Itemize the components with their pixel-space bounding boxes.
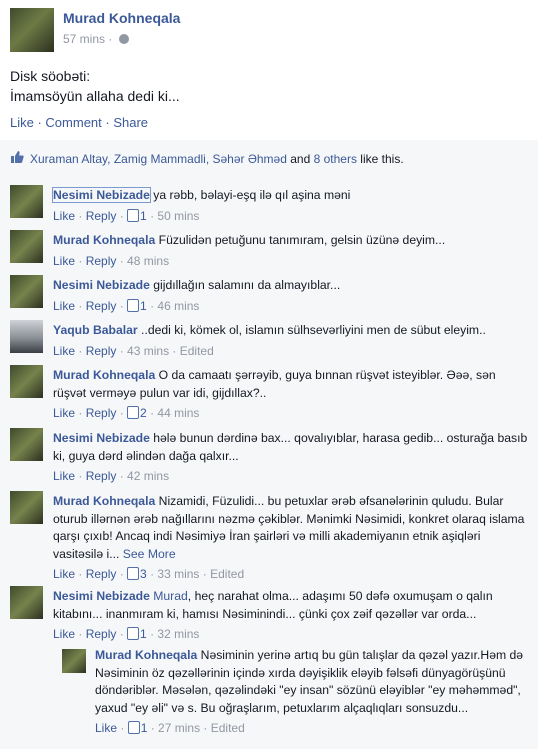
comment-reply-link[interactable]: Reply [86, 209, 117, 223]
commenter-avatar[interactable] [10, 428, 43, 461]
commenter-name[interactable]: Murad Kohneqala [53, 494, 155, 508]
comment-text: gijdıllağın salamını da almayıblar... [149, 278, 341, 292]
comment-like-count[interactable]: 1 [140, 627, 147, 641]
comment-reply-link[interactable]: Reply [86, 567, 117, 581]
post-author-name[interactable]: Murad Kohneqala [63, 10, 180, 26]
commenter-name[interactable]: Nesimi Nebizade [53, 278, 150, 292]
others-link[interactable]: 8 others [314, 152, 357, 166]
edited-label[interactable]: Edited [180, 344, 214, 358]
comment-like-link[interactable]: Like [53, 469, 75, 483]
comment-like-link[interactable]: Like [53, 299, 75, 313]
comment-text: Füzulidən petuğunu tanımıram, gelsin üzü… [155, 233, 446, 247]
commenter-avatar[interactable] [10, 320, 43, 353]
thumbs-up-icon [127, 627, 140, 640]
comment-timestamp[interactable]: 27 mins [158, 721, 200, 735]
comment-list: Nesimi Nebizade ya rəbb, bəlayi-eşq ilə … [0, 177, 538, 749]
thumbs-up-icon [11, 151, 24, 163]
post-text: Disk söobəti: İmamsöyün allaha dedi ki..… [10, 66, 520, 106]
post-text-line-2: İmamsöyün allaha dedi ki... [10, 88, 180, 104]
comment-like-link[interactable]: Like [53, 406, 75, 420]
post-header: Murad Kohneqala 57 mins · [10, 8, 530, 52]
see-more-link[interactable]: See More [123, 547, 176, 561]
commenter-avatar[interactable] [10, 275, 43, 308]
thumbs-up-icon [127, 567, 140, 580]
comment-like-link[interactable]: Like [53, 254, 75, 268]
comment-timestamp[interactable]: 50 mins [157, 209, 199, 223]
comment-reply-link[interactable]: Reply [86, 627, 117, 641]
commenter-avatar[interactable] [62, 649, 86, 673]
post-meta: 57 mins · [63, 32, 129, 46]
comment-timestamp[interactable]: 42 mins [127, 469, 169, 483]
thumbs-up-icon [127, 406, 140, 419]
comment-reply-link[interactable]: Reply [86, 406, 117, 420]
commenter-name[interactable]: Yaqub Babalar [53, 323, 138, 337]
comment-text: ya rəbb, bəlayi-eşq ilə qıl aşina məni [149, 188, 351, 202]
share-link[interactable]: Share [113, 115, 148, 130]
commenter-name[interactable]: Murad Kohneqala [53, 368, 155, 382]
commenter-avatar[interactable] [10, 230, 43, 263]
thumbs-up-icon [127, 208, 140, 222]
comment-timestamp[interactable]: 44 mins [157, 406, 199, 420]
comment-like-count[interactable]: 1 [140, 209, 147, 223]
comment-reply-link[interactable]: Reply [86, 469, 117, 483]
comment-timestamp[interactable]: 46 mins [157, 299, 199, 313]
comment-like-count[interactable]: 2 [140, 406, 147, 420]
mention-link[interactable]: Murad [153, 589, 188, 603]
comment-timestamp[interactable]: 48 mins [127, 254, 169, 268]
comment-text: ..dedi ki, kömek ol, islamın sülhsevərli… [137, 323, 486, 337]
like-link[interactable]: Like [10, 115, 34, 130]
comment-reply-link[interactable]: Reply [86, 344, 117, 358]
edited-label[interactable]: Edited [210, 567, 244, 581]
comment-reply-link[interactable]: Reply [86, 299, 117, 313]
author-avatar[interactable] [10, 8, 54, 52]
post-timestamp[interactable]: 57 mins [63, 32, 105, 46]
comment-timestamp[interactable]: 43 mins [127, 344, 169, 358]
post-actions: Like · Comment · Share [10, 115, 149, 130]
commenter-avatar[interactable] [10, 586, 43, 619]
comment-like-link[interactable]: Like [53, 209, 75, 223]
globe-icon[interactable] [118, 34, 129, 44]
liker-names[interactable]: Xuraman Altay, Zamig Mammadli, Səhər Əhm… [30, 152, 287, 166]
comment-timestamp[interactable]: 32 mins [157, 627, 199, 641]
commenter-name[interactable]: Murad Kohneqala [53, 233, 155, 247]
thumbs-up-icon [127, 721, 140, 734]
commenter-name[interactable]: Nesimi Nebizade [53, 431, 150, 445]
comment-like-link[interactable]: Like [95, 721, 117, 735]
comment-link[interactable]: Comment [45, 115, 101, 130]
comment-like-link[interactable]: Like [53, 627, 75, 641]
commenter-avatar[interactable] [10, 491, 43, 524]
commenter-name[interactable]: Nesimi Nebizade [52, 187, 151, 203]
comment-like-count[interactable]: 1 [140, 299, 147, 313]
commenter-name[interactable]: Nesimi Nebizade [53, 589, 150, 603]
commenter-avatar[interactable] [10, 185, 43, 218]
commenter-name[interactable]: Murad Kohneqala [95, 648, 197, 662]
comment-like-link[interactable]: Like [53, 344, 75, 358]
comment-timestamp[interactable]: 33 mins [157, 567, 199, 581]
comment-like-link[interactable]: Like [53, 567, 75, 581]
thumbs-up-icon [127, 298, 140, 312]
likes-text: Xuraman Altay, Zamig Mammadli, Səhər Əhm… [30, 152, 404, 166]
edited-label[interactable]: Edited [211, 721, 245, 735]
commenter-avatar[interactable] [10, 365, 43, 398]
likes-summary: Xuraman Altay, Zamig Mammadli, Səhər Əhm… [0, 140, 538, 177]
comment-reply-link[interactable]: Reply [86, 254, 117, 268]
post-text-line-1: Disk söobəti: [10, 68, 91, 84]
comment-like-count[interactable]: 3 [140, 567, 147, 581]
